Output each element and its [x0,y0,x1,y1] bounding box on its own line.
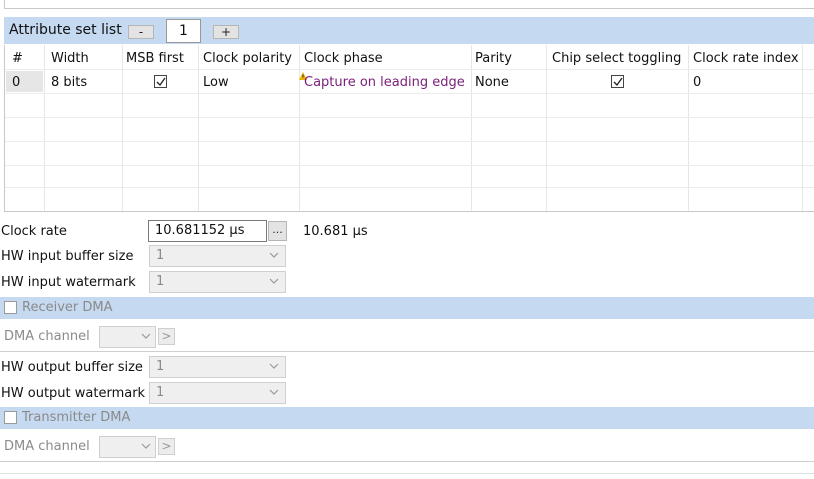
clock-phase-cell[interactable]: Capture on leading edge [304,75,465,90]
section-divider [0,351,814,352]
receiver-dma-channel-label: DMA channel [4,329,90,344]
transmitter-dma-checkbox[interactable] [4,411,17,424]
hw-output-buffer-size-value: 1 [156,359,165,374]
attribute-set-table: # Width MSB first Clock polarity Clock p… [4,45,814,212]
check-icon [156,77,166,87]
row-number: 0 [12,75,21,90]
check-icon [613,77,623,87]
remove-attribute-set-button[interactable]: - [128,25,154,39]
section-divider [0,461,814,462]
receiver-dma-label: Receiver DMA [22,300,113,315]
row-divider [5,69,814,70]
receiver-dma-checkbox[interactable] [4,301,17,314]
hw-output-buffer-size-select[interactable]: 1 [149,356,286,378]
attribute-set-index-field[interactable]: 1 [166,19,201,43]
column-header-clock-phase[interactable]: Clock phase [304,51,383,66]
row-divider [5,187,814,188]
attribute-set-title: Attribute set list [9,22,122,38]
clock-rate-browse-button[interactable]: ... [268,221,287,241]
column-header-number[interactable]: # [12,51,23,66]
column-header-msb-first[interactable]: MSB first [126,51,184,66]
clock-rate-index-cell[interactable]: 0 [693,75,701,90]
row-divider [5,141,814,142]
row-divider [5,93,814,94]
msb-first-checkbox[interactable] [154,75,167,88]
hw-output-watermark-select[interactable]: 1 [149,382,286,404]
add-attribute-set-button[interactable]: + [213,25,239,39]
attribute-set-header [4,17,814,44]
hw-input-watermark-select[interactable]: 1 [149,271,286,293]
hw-input-watermark-value: 1 [156,274,165,289]
clock-polarity-cell[interactable]: Low [203,75,229,90]
hw-output-watermark-label: HW output watermark [1,386,146,401]
transmitter-dma-channel-label: DMA channel [4,439,90,454]
parity-cell[interactable]: None [475,75,509,90]
chevron-down-icon [269,389,279,395]
chevron-down-icon [269,278,279,284]
width-cell[interactable]: 8 bits [51,75,87,90]
hw-input-buffer-size-value: 1 [156,248,165,263]
hw-output-watermark-value: 1 [156,385,165,400]
chevron-down-icon [141,333,151,339]
bottom-divider [0,473,814,474]
chevron-down-icon [269,363,279,369]
clock-rate-input[interactable]: 10.681152 µs [148,220,267,242]
hw-input-buffer-size-select[interactable]: 1 [149,245,286,267]
hw-output-buffer-size-label: HW output buffer size [1,360,143,375]
transmitter-dma-label: Transmitter DMA [22,410,131,425]
chevron-down-icon [141,443,151,449]
clock-rate-computed: 10.681 µs [303,224,368,239]
transmitter-dma-channel-goto-button[interactable]: > [158,438,175,455]
transmitter-dma-channel-select[interactable] [99,436,156,458]
receiver-dma-channel-select[interactable] [99,326,156,348]
receiver-dma-section-header [0,297,814,319]
clock-rate-label: Clock rate [1,224,67,239]
column-header-clock-rate-index[interactable]: Clock rate index [693,51,799,66]
column-header-clock-polarity[interactable]: Clock polarity [203,51,292,66]
hw-input-watermark-label: HW input watermark [1,275,136,290]
column-header-width[interactable]: Width [51,51,89,66]
row-divider [5,117,814,118]
chip-select-toggling-checkbox[interactable] [611,75,624,88]
receiver-dma-channel-goto-button[interactable]: > [158,328,175,345]
column-header-chip-select-toggling[interactable]: Chip select toggling [552,51,681,66]
row-divider [5,165,814,166]
chevron-down-icon [269,252,279,258]
hw-input-buffer-size-label: HW input buffer size [1,249,134,264]
top-panel-frame [4,0,814,9]
column-header-parity[interactable]: Parity [475,51,512,66]
